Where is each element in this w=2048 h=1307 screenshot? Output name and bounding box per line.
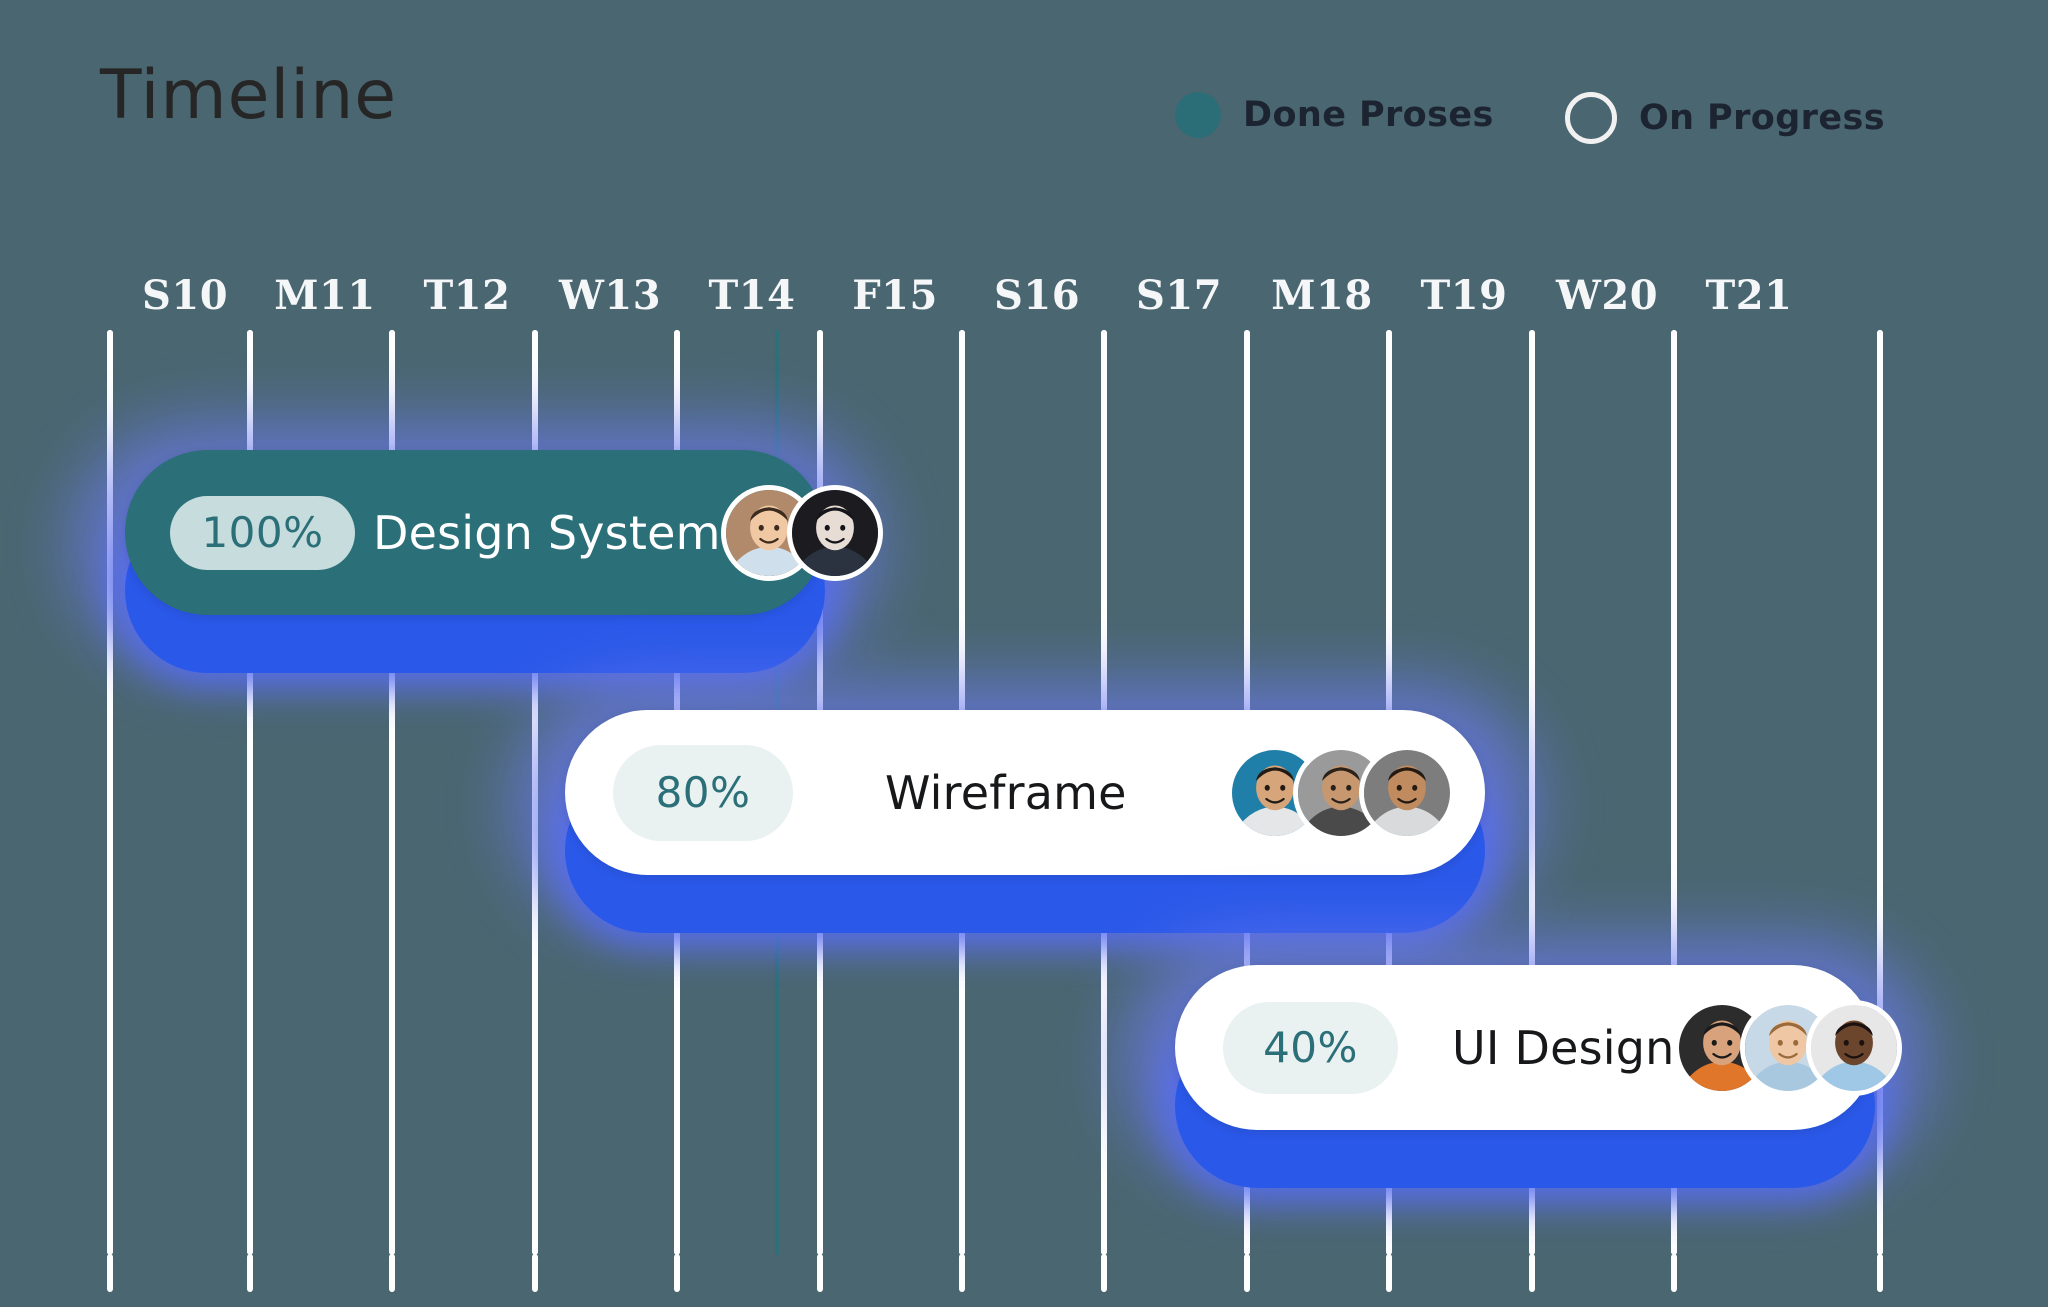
- timeline-column-label-w20: W20: [1555, 272, 1659, 319]
- progress-badge: 80%: [613, 744, 793, 841]
- assignee-avatar-group[interactable]: [720, 484, 883, 581]
- timeline-column-label-m18: M18: [1271, 272, 1373, 319]
- timeline-column-label-s17: S17: [1135, 272, 1223, 319]
- timeline-column-label-s10: S10: [141, 272, 229, 319]
- progress-value: 40%: [1263, 1023, 1358, 1072]
- progress-value: 100%: [201, 508, 324, 557]
- timeline-column-label-t14: T14: [708, 272, 796, 319]
- avatar-smiling-man-glasses[interactable]: [1359, 744, 1455, 841]
- timeline-canvas: Timeline Done Proses On Progress S10 M11 T…: [0, 0, 2048, 1307]
- task-bar-body[interactable]: 100% Design System: [125, 450, 883, 615]
- progress-value: 80%: [655, 768, 751, 817]
- timeline-column-label-s16: S16: [993, 272, 1081, 319]
- task-bar-body[interactable]: 80% Wireframe: [565, 710, 1485, 875]
- timeline-column-label-t21: T21: [1705, 272, 1793, 319]
- task-bar-design-system[interactable]: 100% Design System: [73, 424, 883, 673]
- task-bar-wireframe[interactable]: 80% Wireframe: [513, 684, 1537, 933]
- timeline-column-label-m11: M11: [274, 272, 376, 319]
- avatar-person-hat-sunglasses[interactable]: [786, 484, 883, 581]
- timeline-column-label-f15: F15: [852, 272, 938, 319]
- progress-badge: 100%: [170, 495, 355, 570]
- task-name: Wireframe: [885, 765, 1127, 820]
- assignee-avatar-group[interactable]: [1227, 744, 1455, 841]
- assignee-avatar-group[interactable]: [1674, 999, 1903, 1096]
- timeline-column-label-t12: T12: [423, 272, 511, 319]
- timeline-column-label-w13: W13: [558, 272, 662, 319]
- task-name: UI Design: [1452, 1020, 1675, 1075]
- progress-badge: 40%: [1223, 1001, 1398, 1094]
- timeline-column-label-t19: T19: [1420, 272, 1508, 319]
- avatar-man-light-blue-shirt[interactable]: [1806, 999, 1903, 1096]
- task-bar-ui-design[interactable]: 40% UI Design: [1123, 939, 1927, 1188]
- task-bar-body[interactable]: 40% UI Design: [1175, 965, 1903, 1130]
- task-name: Design System: [373, 505, 721, 560]
